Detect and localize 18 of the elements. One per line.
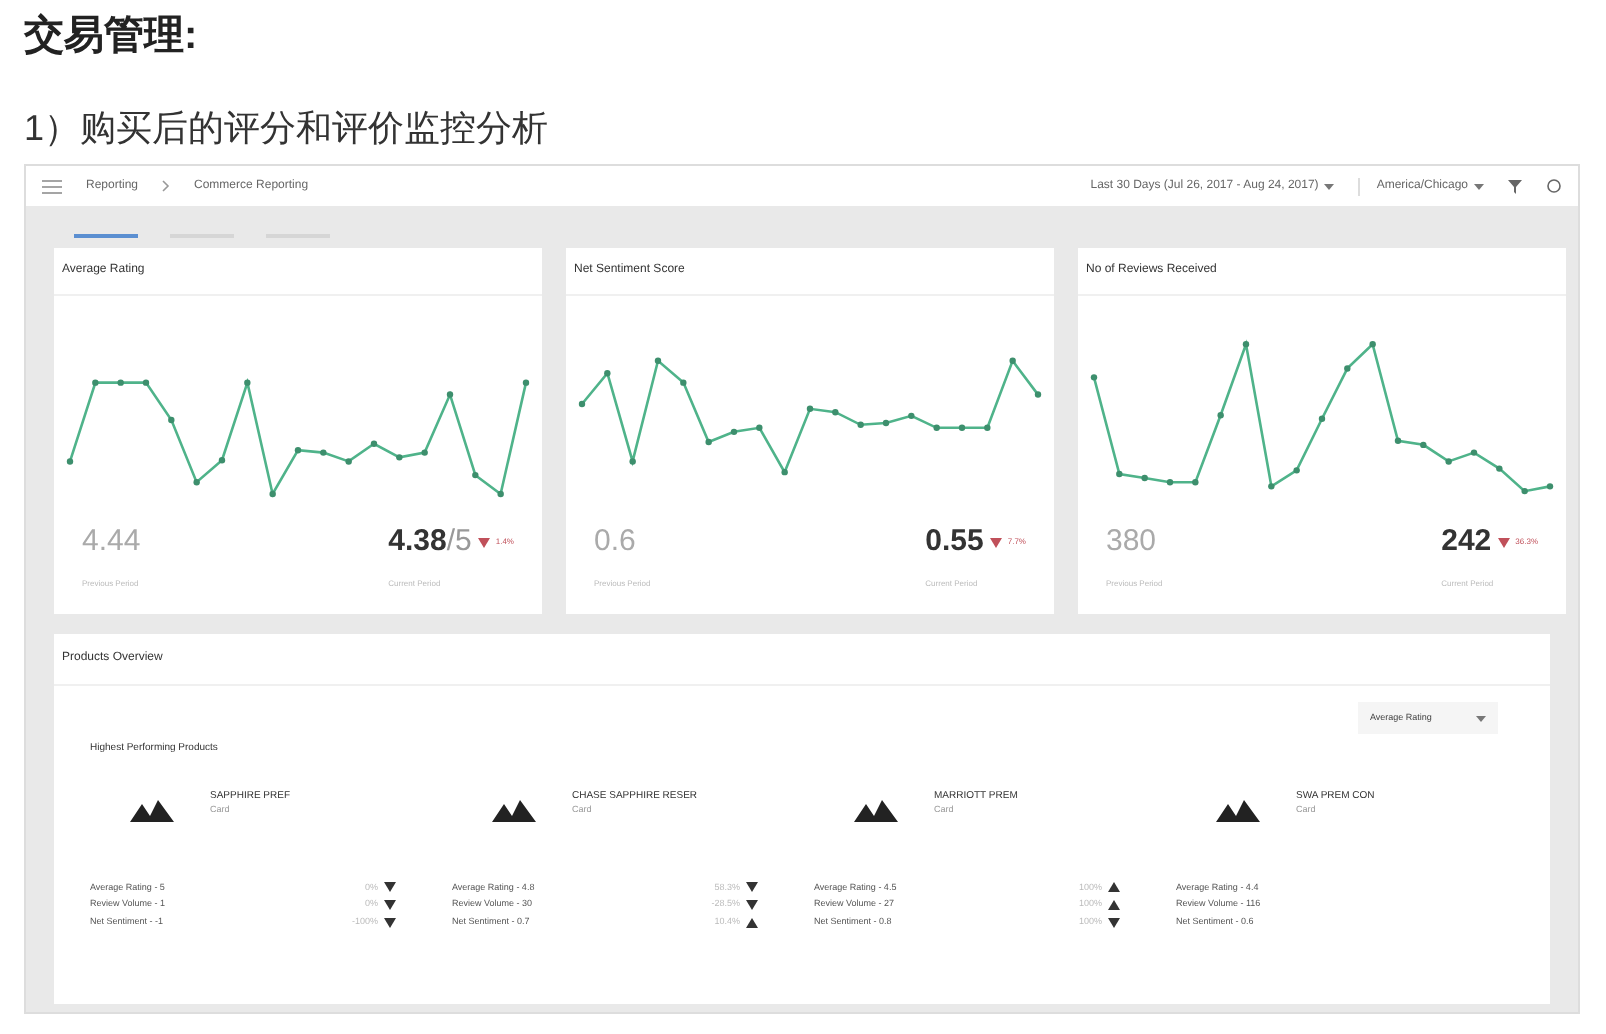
caret-icon (1324, 183, 1335, 189)
current-value: 4.38/5 (388, 522, 472, 562)
caret-icon (1476, 715, 1486, 721)
previous-value: 0.6 (594, 522, 638, 562)
subheading: 1）购买后的评分和评价监控分析 (24, 106, 551, 152)
filter-icon[interactable] (1508, 179, 1522, 193)
menu-icon[interactable] (42, 179, 62, 193)
current-value: 0.55 (925, 522, 984, 562)
mountains-icon (854, 797, 898, 821)
mountains-icon (130, 797, 174, 821)
heading: 交易管理: (24, 11, 200, 62)
previous-value: 380 (1106, 522, 1159, 562)
current-value: 242 (1441, 522, 1492, 562)
mountains-icon (492, 797, 536, 821)
caret-icon (1474, 183, 1484, 189)
chevron-right-icon (162, 180, 171, 192)
mountains-icon (1216, 797, 1260, 821)
previous-value: 4.44 (82, 522, 141, 562)
